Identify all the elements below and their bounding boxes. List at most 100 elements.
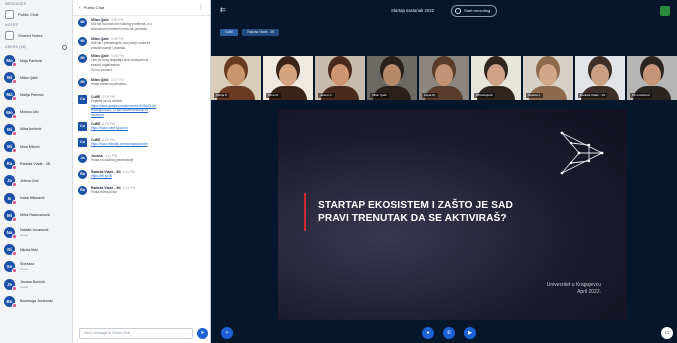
participant-face xyxy=(539,64,557,86)
participant-name: Mina M. xyxy=(266,93,281,98)
chevron-left-icon[interactable]: ‹ xyxy=(79,5,81,11)
chat-message: Cu CuBE 3:09 PM https://www.linkedin.com/co… xyxy=(78,137,207,150)
user-list-item[interactable]: Ma Maja Pavlović xyxy=(0,52,72,69)
presentation-slide: STARTAP EKOSISTEM I ZAŠTO JE SAD PRAVI T… xyxy=(278,109,627,320)
message-link[interactable]: https://bit.ly/3N xyxy=(91,174,207,179)
avatar: Cu xyxy=(78,121,87,131)
status-badge xyxy=(12,251,17,257)
public-chat-label: Public Chat xyxy=(18,12,39,17)
notes-icon xyxy=(5,31,14,40)
user-list-item[interactable]: Ma Marija Petrović xyxy=(0,86,72,103)
status-badge xyxy=(12,96,17,102)
chat-message: Ja Jovana 3:11 PM Hvala na odličnoj prezent… xyxy=(78,153,207,166)
webcam-tile[interactable]: Mina Radović xyxy=(627,56,677,100)
status-badge xyxy=(12,216,17,222)
user-list-item[interactable]: Mi Mitra Ančević xyxy=(0,121,72,138)
webcam-tile[interactable]: Jelena C. xyxy=(315,56,365,100)
shared-notes-label: Shared Notes xyxy=(18,33,43,38)
presenter-pill[interactable]: Radoša Vlade - 3N xyxy=(242,29,280,36)
message-author: Radoša Vlade - 3N xyxy=(91,185,121,190)
user-list-item[interactable]: Ja Jelena Cirić xyxy=(0,172,72,189)
kebab-menu-icon[interactable]: ⋮ xyxy=(198,4,204,11)
participant-name: Marija P. xyxy=(214,93,230,98)
user-list-item[interactable]: Mo Monica Lilić xyxy=(0,104,72,121)
user-role: Guest xyxy=(20,284,29,289)
user-name: Maja Pavlović xyxy=(20,58,43,63)
chat-message: Ra Radoša Vlade - 3N 3:11 PM https://bit.ly… xyxy=(78,169,207,182)
participant-face xyxy=(279,64,297,86)
video-icon[interactable]: ▶ xyxy=(464,327,476,339)
user-list-item[interactable]: Sn Snežana Guest xyxy=(0,258,72,275)
message-text: Hvala svima puno! xyxy=(91,189,118,194)
avatar: Mi xyxy=(4,72,17,85)
user-list-item[interactable]: Je Jovana Božović Guest xyxy=(0,275,72,292)
user-role: Guest xyxy=(20,267,29,272)
user-name: Jovana Božović xyxy=(20,279,46,284)
message-link[interactable]: viewform xyxy=(91,113,207,118)
users-toggle-icon[interactable]: ⇇ xyxy=(220,6,226,14)
avatar: Iv xyxy=(4,192,17,205)
user-list-item[interactable]: Mi Mina Milović xyxy=(0,138,72,155)
user-list-item[interactable]: Na Nataša Jovanović Guest xyxy=(0,224,72,241)
webcam-tile[interactable]: Milosavljević xyxy=(471,56,521,100)
gear-icon[interactable] xyxy=(62,44,67,50)
app-root: MESSAGES Public Chat NOTES Shared Notes … xyxy=(0,0,677,343)
message-author: Radoša Vlade - 3N xyxy=(91,169,121,174)
public-chat-nav[interactable]: Public Chat xyxy=(0,8,72,21)
participant-name: Ivana M. xyxy=(422,93,438,98)
chat-title: Public Chat xyxy=(83,5,105,10)
webcam-tile[interactable]: Milan Qalić xyxy=(367,56,417,100)
send-icon[interactable]: ➤ xyxy=(197,328,208,339)
participant-name: Jelena C. xyxy=(318,93,335,98)
notes-section-label: NOTES xyxy=(5,23,19,27)
message-text: Hvala svima na prisustvu. xyxy=(91,82,128,87)
avatar: Mi xyxy=(78,18,87,27)
avatar: Mi xyxy=(4,123,17,136)
status-badge xyxy=(12,79,17,85)
chat-message-input[interactable]: Send message to Public Chat xyxy=(79,328,193,339)
message-link[interactable]: https://www.cube.kg.ac.rs/ xyxy=(91,126,207,131)
webcam-tile[interactable]: Ivana M. xyxy=(419,56,469,100)
participant-face xyxy=(643,64,661,86)
presenter-pill[interactable]: CuBE xyxy=(220,29,239,36)
user-name: Radoša Vlade - 3N xyxy=(20,161,51,166)
start-recording-button[interactable]: Start recording xyxy=(451,5,498,17)
status-badge xyxy=(12,302,17,308)
mic-icon[interactable]: ● xyxy=(422,327,434,339)
phone-icon[interactable]: ✆ xyxy=(443,327,455,339)
user-list-item[interactable]: Bo Bozesuga Jovanović xyxy=(0,293,72,310)
start-recording-label: Start recording xyxy=(464,8,491,13)
users-header: USERS (48) xyxy=(0,42,72,52)
message-time: 3:09 PM xyxy=(102,121,115,126)
avatar: Ra xyxy=(78,169,87,179)
user-list-item[interactable]: Iv Ivana Milosavić xyxy=(0,190,72,207)
plus-icon[interactable]: + xyxy=(221,327,233,339)
options-icon[interactable] xyxy=(660,6,670,16)
user-list-item[interactable]: Ni Nikola Ilivić xyxy=(0,241,72,258)
shared-notes-nav[interactable]: Shared Notes xyxy=(0,29,72,42)
user-list-item[interactable]: Mi Milos Radovanović xyxy=(0,207,72,224)
webcam-tile[interactable]: Mina M. xyxy=(263,56,313,100)
message-link[interactable]: https://www.linkedin.com/company/cube xyxy=(91,142,207,147)
user-list-item[interactable]: Ra Radoša Vlade - 3N xyxy=(0,155,72,172)
slide-university: Univerzitet u Kragujevcu xyxy=(546,282,601,288)
presentation-icon[interactable]: ▭ xyxy=(661,327,673,339)
webcam-tile[interactable]: Nataša J. xyxy=(523,56,573,100)
slide-title-line: PRAVI TRENUTAK DA SE AKTIVIRAŠ? xyxy=(318,212,507,224)
avatar: Mi xyxy=(78,78,87,88)
user-name: Snežana xyxy=(20,262,35,267)
user-name: Ivana Milosavić xyxy=(20,196,45,201)
avatar: Cu xyxy=(78,137,87,147)
chat-message: Mi Milan Qalić 3:07 PM Hvala svima na prisu… xyxy=(78,78,207,90)
slide-date: April 2022. xyxy=(577,289,601,295)
meeting-title: Startap sastanak 2022 xyxy=(391,8,434,13)
meeting-top-bar: ⇇ Startap sastanak 2022 Start recording xyxy=(211,0,677,24)
chat-message: Mi Milan Qalić 3:06 PM Ušli ste i prisustvu… xyxy=(78,37,207,50)
user-name: Mitra Ančević xyxy=(20,127,42,132)
avatar: Mo xyxy=(4,106,17,119)
webcam-tile[interactable]: Marija P. xyxy=(211,56,261,100)
users-section-label: USERS (48) xyxy=(5,45,27,49)
webcam-tile[interactable]: Radoša Vlade - 3N xyxy=(575,56,625,100)
chat-message: Mi Milan Qalić 3:06 PM Ušli ste kod nas bez… xyxy=(78,18,207,31)
user-list-item[interactable]: Mi Milan Qalić xyxy=(0,69,72,86)
